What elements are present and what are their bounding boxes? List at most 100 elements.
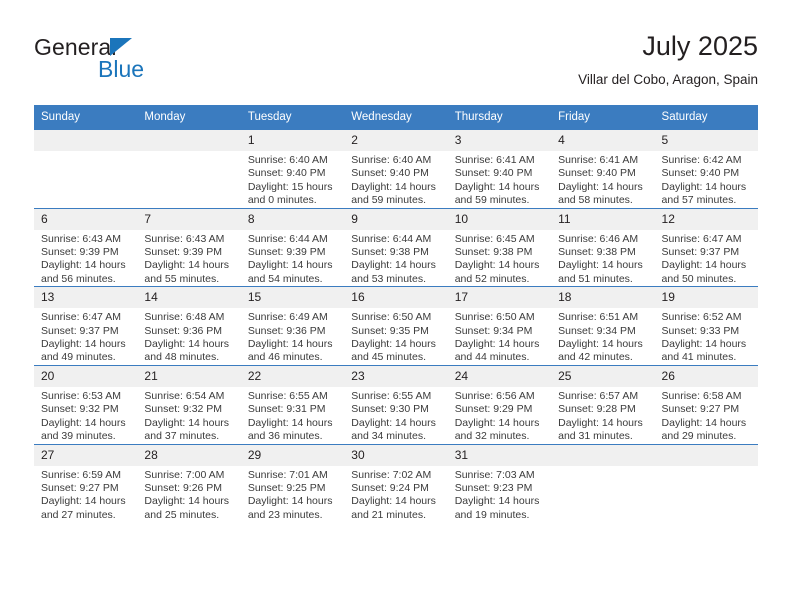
sunset-text: Sunset: 9:23 PM	[454, 481, 533, 494]
daylight-text-line2: and 29 minutes.	[661, 430, 737, 443]
day-cell[interactable]: 8 Sunrise: 6:44 AM Sunset: 9:39 PM Dayli…	[240, 207, 345, 287]
day-cell[interactable]: 6 Sunrise: 6:43 AM Sunset: 9:39 PM Dayli…	[34, 207, 138, 287]
sunrise-text: Sunrise: 6:43 AM	[41, 232, 121, 245]
day-number: 13	[34, 287, 138, 309]
day-cell[interactable]: 22 Sunrise: 6:55 AM Sunset: 9:31 PM Dayl…	[240, 364, 345, 444]
day-cell[interactable]: 10 Sunrise: 6:45 AM Sunset: 9:38 PM Dayl…	[447, 207, 552, 287]
day-cell[interactable]: 17 Sunrise: 6:50 AM Sunset: 9:34 PM Dayl…	[447, 286, 552, 366]
day-number: 27	[34, 444, 138, 466]
day-cell[interactable]: 15 Sunrise: 6:49 AM Sunset: 9:36 PM Dayl…	[240, 286, 345, 366]
day-cell[interactable]: 21 Sunrise: 6:54 AM Sunset: 9:32 PM Dayl…	[137, 364, 241, 444]
day-cell[interactable]: 25 Sunrise: 6:57 AM Sunset: 9:28 PM Dayl…	[551, 364, 655, 444]
day-details: Sunrise: 7:01 AM Sunset: 9:25 PM Dayligh…	[241, 466, 344, 523]
sunset-text: Sunset: 9:37 PM	[41, 324, 119, 337]
sunrise-text: Sunrise: 6:46 AM	[558, 232, 639, 245]
day-details: Sunrise: 6:46 AM Sunset: 9:38 PM Dayligh…	[551, 230, 654, 287]
day-cell[interactable]: 14 Sunrise: 6:48 AM Sunset: 9:36 PM Dayl…	[137, 286, 241, 366]
sunrise-text: Sunrise: 6:44 AM	[351, 232, 432, 245]
calendar-header-row: Sunday Monday Tuesday Wednesday Thursday…	[34, 105, 758, 130]
sunrise-text: Sunrise: 6:55 AM	[247, 389, 328, 402]
daylight-text-line1: Daylight: 14 hours	[351, 338, 436, 351]
daylight-text-line2: and 48 minutes.	[144, 351, 220, 364]
day-details: Sunrise: 6:40 AM Sunset: 9:40 PM Dayligh…	[344, 151, 447, 208]
daylight-text-line2: and 55 minutes.	[144, 272, 220, 285]
day-cell[interactable]: 28 Sunrise: 7:00 AM Sunset: 9:26 PM Dayl…	[137, 443, 241, 523]
day-cell[interactable]: 26 Sunrise: 6:58 AM Sunset: 9:27 PM Dayl…	[654, 364, 758, 444]
sunrise-text: Sunrise: 6:43 AM	[144, 232, 225, 245]
daylight-text-line2: and 34 minutes.	[351, 430, 426, 443]
day-cell[interactable]: 24 Sunrise: 6:56 AM Sunset: 9:29 PM Dayl…	[447, 364, 552, 444]
daylight-text-line2: and 50 minutes.	[661, 272, 737, 285]
sunset-text: Sunset: 9:27 PM	[661, 403, 740, 416]
calendar-week-row: 6 Sunrise: 6:43 AM Sunset: 9:39 PM Dayli…	[34, 207, 758, 287]
weekday-header-sunday: Sunday	[34, 105, 138, 130]
day-cell[interactable]: 20 Sunrise: 6:53 AM Sunset: 9:32 PM Dayl…	[34, 364, 138, 444]
day-number: 18	[551, 287, 655, 309]
day-cell[interactable]: 11 Sunrise: 6:46 AM Sunset: 9:38 PM Dayl…	[551, 207, 655, 287]
day-cell[interactable]: 23 Sunrise: 6:55 AM Sunset: 9:30 PM Dayl…	[344, 364, 448, 444]
page-header: General Blue July 2025 Villar del Cobo, …	[34, 30, 758, 96]
sunrise-sunset-calendar: Sunday Monday Tuesday Wednesday Thursday…	[34, 105, 758, 523]
weekday-header-wednesday: Wednesday	[344, 105, 448, 130]
day-cell[interactable]: 12 Sunrise: 6:47 AM Sunset: 9:37 PM Dayl…	[654, 207, 758, 287]
daylight-text-line1: Daylight: 14 hours	[661, 338, 747, 351]
sunrise-text: Sunrise: 6:47 AM	[661, 232, 742, 245]
day-cell[interactable]: 2 Sunrise: 6:40 AM Sunset: 9:40 PM Dayli…	[344, 130, 448, 209]
day-cell[interactable]: 27 Sunrise: 6:59 AM Sunset: 9:27 PM Dayl…	[34, 443, 138, 523]
daylight-text-line2: and 36 minutes.	[247, 430, 323, 443]
sunrise-text: Sunrise: 6:50 AM	[351, 311, 432, 324]
day-number: 15	[240, 287, 345, 309]
day-details: Sunrise: 7:02 AM Sunset: 9:24 PM Dayligh…	[344, 466, 447, 523]
day-details: Sunrise: 6:47 AM Sunset: 9:37 PM Dayligh…	[34, 308, 137, 365]
sunset-text: Sunset: 9:40 PM	[351, 167, 429, 180]
day-number: 25	[551, 365, 655, 387]
day-cell[interactable]	[551, 443, 655, 523]
daylight-text-line1: Daylight: 14 hours	[41, 259, 126, 272]
day-cell[interactable]: 9 Sunrise: 6:44 AM Sunset: 9:38 PM Dayli…	[344, 207, 448, 287]
day-cell[interactable]: 29 Sunrise: 7:01 AM Sunset: 9:25 PM Dayl…	[240, 443, 345, 523]
daylight-text-line1: Daylight: 14 hours	[351, 495, 436, 508]
sunset-text: Sunset: 9:31 PM	[247, 403, 326, 416]
day-cell[interactable]: 19 Sunrise: 6:52 AM Sunset: 9:33 PM Dayl…	[654, 286, 758, 366]
daylight-text-line2: and 59 minutes.	[454, 194, 530, 207]
day-details: Sunrise: 6:49 AM Sunset: 9:36 PM Dayligh…	[241, 308, 344, 365]
day-cell[interactable]: 4 Sunrise: 6:41 AM Sunset: 9:40 PM Dayli…	[551, 130, 655, 209]
weekday-header-tuesday: Tuesday	[240, 105, 345, 130]
day-cell[interactable]: 5 Sunrise: 6:42 AM Sunset: 9:40 PM Dayli…	[654, 130, 758, 209]
sunset-text: Sunset: 9:40 PM	[247, 167, 326, 180]
day-cell[interactable]: 13 Sunrise: 6:47 AM Sunset: 9:37 PM Dayl…	[34, 286, 138, 366]
day-cell[interactable]: 7 Sunrise: 6:43 AM Sunset: 9:39 PM Dayli…	[137, 207, 241, 287]
sunset-text: Sunset: 9:38 PM	[454, 246, 533, 259]
sunrise-text: Sunrise: 6:40 AM	[247, 154, 328, 166]
day-number: 3	[447, 130, 552, 151]
daylight-text-line2: and 19 minutes.	[454, 508, 530, 521]
sunrise-text: Sunrise: 6:41 AM	[454, 154, 535, 166]
daylight-text-line2: and 42 minutes.	[558, 351, 633, 364]
daylight-text-line1: Daylight: 14 hours	[454, 416, 540, 429]
sunrise-text: Sunrise: 6:58 AM	[661, 389, 742, 402]
day-cell[interactable]	[34, 130, 138, 209]
daylight-text-line2: and 37 minutes.	[144, 430, 220, 443]
day-details: Sunrise: 6:52 AM Sunset: 9:33 PM Dayligh…	[655, 308, 758, 365]
day-number: 7	[137, 208, 241, 230]
sunset-text: Sunset: 9:39 PM	[41, 246, 119, 259]
day-details: Sunrise: 6:51 AM Sunset: 9:34 PM Dayligh…	[551, 308, 654, 365]
day-number	[654, 444, 758, 466]
day-number	[34, 130, 138, 151]
day-cell[interactable]: 18 Sunrise: 6:51 AM Sunset: 9:34 PM Dayl…	[551, 286, 655, 366]
sunset-text: Sunset: 9:40 PM	[454, 167, 533, 180]
sunrise-text: Sunrise: 6:49 AM	[247, 311, 328, 324]
general-blue-logo[interactable]: General Blue	[34, 34, 234, 90]
day-cell[interactable]	[137, 130, 241, 209]
day-details: Sunrise: 6:45 AM Sunset: 9:38 PM Dayligh…	[448, 230, 551, 287]
sunset-text: Sunset: 9:32 PM	[144, 403, 223, 416]
day-cell[interactable]: 1 Sunrise: 6:40 AM Sunset: 9:40 PM Dayli…	[240, 130, 345, 209]
day-cell[interactable]: 31 Sunrise: 7:03 AM Sunset: 9:23 PM Dayl…	[447, 443, 552, 523]
day-cell[interactable]	[654, 443, 758, 523]
day-cell[interactable]: 16 Sunrise: 6:50 AM Sunset: 9:35 PM Dayl…	[344, 286, 448, 366]
day-cell[interactable]: 3 Sunrise: 6:41 AM Sunset: 9:40 PM Dayli…	[447, 130, 552, 209]
day-cell[interactable]: 30 Sunrise: 7:02 AM Sunset: 9:24 PM Dayl…	[344, 443, 448, 523]
sunset-text: Sunset: 9:36 PM	[144, 324, 223, 337]
day-details: Sunrise: 6:54 AM Sunset: 9:32 PM Dayligh…	[137, 387, 240, 444]
day-number: 9	[344, 208, 448, 230]
